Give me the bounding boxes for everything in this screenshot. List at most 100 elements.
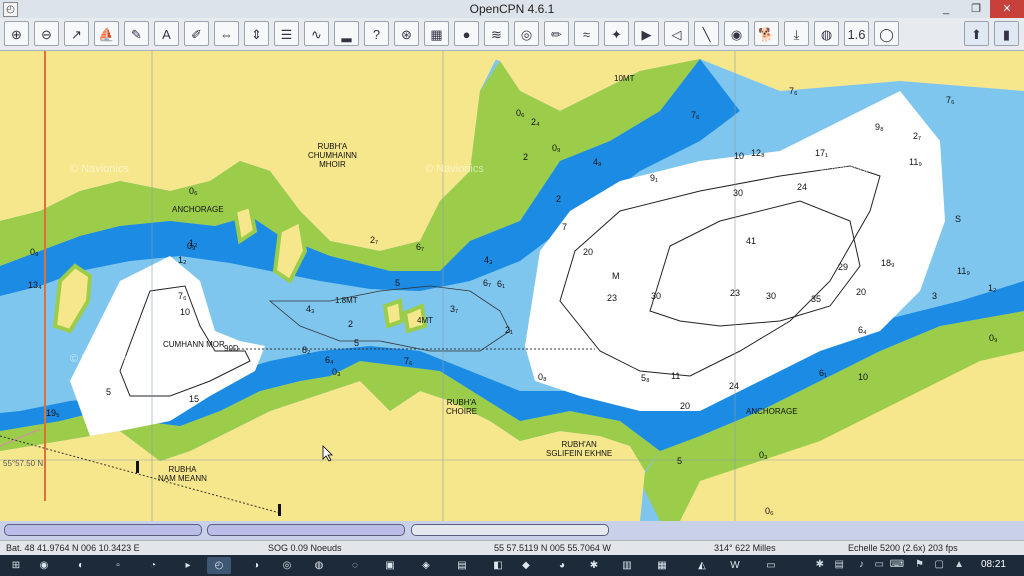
battery-icon[interactable]: ▭ (875, 559, 884, 570)
chart-canvas[interactable] (0, 51, 1024, 521)
waypoint-icon[interactable]: ◁ (664, 21, 689, 46)
folder-icon[interactable]: ▣ (378, 557, 402, 574)
depth-sounding: 6₁ (819, 368, 828, 378)
compass-icon[interactable]: ✦ (604, 21, 629, 46)
volume-icon[interactable]: ♪ (859, 559, 864, 570)
paint-icon[interactable]: ◧ (486, 557, 510, 574)
main-toolbar: ⊕ ⊖ ↗ ⛵ ✎ A ✐ ⇔ ⇕ ☰ ∿ ▂? ⊛ ▦ ● ≋ ◎ ✏ ≈ ✦ ▶ ◁ ╲ ◉ 🐕 ⤓ ◍ 1.6 ◯ ⬆ ▮ (0, 18, 1024, 51)
measure-icon[interactable]: ✎ (124, 21, 149, 46)
record-icon[interactable]: ◉ (724, 21, 749, 46)
torrent-icon[interactable]: ◆ (514, 557, 538, 574)
depth-sounding: 29 (838, 262, 849, 272)
layers-icon[interactable]: ● (454, 21, 479, 46)
explorer-icon[interactable]: ◐ (69, 557, 93, 574)
compass-north-icon[interactable]: ⬆ (964, 21, 989, 46)
track-icon[interactable]: ⇕ (244, 21, 269, 46)
palette-icon[interactable]: ▦ (424, 21, 449, 46)
depth-sounding: 2₁ (505, 325, 514, 335)
ship-icon[interactable]: ⛵ (94, 21, 119, 46)
edge-icon[interactable]: ◔ (141, 557, 165, 574)
vlc-icon[interactable]: ▸ (176, 557, 200, 574)
lifebuoy-icon[interactable]: ◯ (874, 21, 899, 46)
depth-sounding: 30 (766, 291, 777, 301)
depth-sounding: 9₈ (875, 122, 884, 132)
opencpn-icon[interactable]: ◴ (207, 557, 231, 574)
text-mark-icon[interactable]: A (154, 21, 179, 46)
folder-icon[interactable]: ▦ (650, 557, 674, 574)
title-bar: ◴ OpenCPN 4.6.1 _ ❐ ✕ (0, 0, 1024, 19)
network-icon[interactable]: ▤ (835, 559, 844, 570)
ruler-icon[interactable]: ╲ (694, 21, 719, 46)
target-icon[interactable]: ⊛ (394, 21, 419, 46)
download-icon[interactable]: ⤓ (784, 21, 809, 46)
terminal-icon[interactable]: ▭ (759, 557, 783, 574)
settings-icon[interactable]: ✱ (582, 557, 606, 574)
disk-icon[interactable]: ▤ (450, 557, 474, 574)
depth-sounding: 18₉ (881, 258, 895, 268)
depth-sounding: 6₇ (483, 278, 492, 288)
close-button[interactable]: ✕ (990, 0, 1024, 18)
zoom-in-icon[interactable]: ⊕ (4, 21, 29, 46)
acrobat-icon[interactable]: ◭ (690, 557, 714, 574)
route-icon[interactable]: ↗ (64, 21, 89, 46)
draw-route-icon[interactable]: ✏ (544, 21, 569, 46)
zoom-out-icon[interactable]: ⊖ (34, 21, 59, 46)
help-icon[interactable]: ? (364, 21, 389, 46)
globe-icon[interactable]: ◍ (307, 557, 331, 574)
depth-sounding: 7 (562, 222, 568, 232)
word-icon[interactable]: W (723, 557, 747, 574)
depth-sounding: 2₇ (913, 131, 922, 141)
beacon-mark (278, 504, 281, 516)
nav-icon[interactable]: ▶ (634, 21, 659, 46)
file-icon[interactable]: ▫ (106, 557, 130, 574)
wave-icon[interactable]: ≈ (574, 21, 599, 46)
zoom-level-icon[interactable]: 1.6 (844, 21, 869, 46)
watermark: © Navionics (820, 163, 879, 175)
map-icon[interactable]: ◌ (343, 557, 367, 574)
chart-quilt-bar[interactable] (411, 524, 609, 536)
depth-sounding: 10 (734, 151, 745, 161)
keyboard-icon[interactable]: ⌨ (890, 559, 904, 570)
firefox-icon[interactable]: ◉ (32, 557, 56, 574)
chart-quilt-bar[interactable] (4, 524, 202, 536)
mark-label: 1.8MT (335, 296, 358, 305)
gpsicon[interactable]: ◈ (414, 557, 438, 574)
depth-icon[interactable]: ▂ (334, 21, 359, 46)
chromium-icon[interactable]: ◕ (550, 557, 574, 574)
globe-icon[interactable]: ◍ (814, 21, 839, 46)
distance-icon[interactable]: ⇔ (214, 21, 239, 46)
google-earth-icon[interactable]: ◎ (514, 21, 539, 46)
flag-icon[interactable]: ⚑ (915, 559, 924, 570)
bluetooth-icon[interactable]: ✱ (816, 559, 824, 570)
minimize-button[interactable]: _ (932, 0, 960, 18)
wifi-icon[interactable]: ▲ (954, 559, 964, 570)
explorer-folder-icon[interactable]: ▥ (615, 557, 639, 574)
watermark: © Navionics (425, 163, 484, 175)
chrome-icon[interactable]: ◎ (275, 557, 299, 574)
depth-sounding: 11₉ (957, 266, 970, 276)
depth-sounding: 2₄ (531, 117, 540, 127)
clock[interactable]: 08:21 (981, 559, 1006, 570)
depth-sounding: 8₂ (302, 345, 311, 355)
tide-icon[interactable]: ∿ (304, 21, 329, 46)
dog-icon[interactable]: 🐕 (754, 21, 779, 46)
browser-icon[interactable]: ◑ (244, 557, 268, 574)
mark-label: 10MT (614, 74, 635, 83)
sounding-icon[interactable]: ≋ (484, 21, 509, 46)
depth-sounding: 6₄ (858, 325, 867, 335)
depth-sounding: 17₁ (815, 148, 829, 158)
depth-sounding: 1₂ (189, 238, 198, 248)
draw-icon[interactable]: ✐ (184, 21, 209, 46)
depth-sounding: 7₆ (178, 291, 187, 301)
depth-sounding: 5 (395, 278, 401, 288)
depth-sounding: 30 (733, 188, 744, 198)
depth-sounding: 5 (677, 456, 683, 466)
cursor-position: 55 57.5119 N 005 55.7064 W (494, 543, 611, 553)
signal-icon[interactable]: ▮ (994, 21, 1019, 46)
chart-quilt-bar[interactable] (207, 524, 405, 536)
route-manager-icon[interactable]: ☰ (274, 21, 299, 46)
maximize-button[interactable]: ❐ (962, 0, 990, 18)
monitor-icon[interactable]: ▢ (935, 559, 944, 570)
nautical-chart[interactable]: RUBH'A CHUMHAINN MHOIR ANCHORAGE CUMHANN… (0, 51, 1024, 521)
start-icon[interactable]: ⊞ (4, 557, 28, 574)
